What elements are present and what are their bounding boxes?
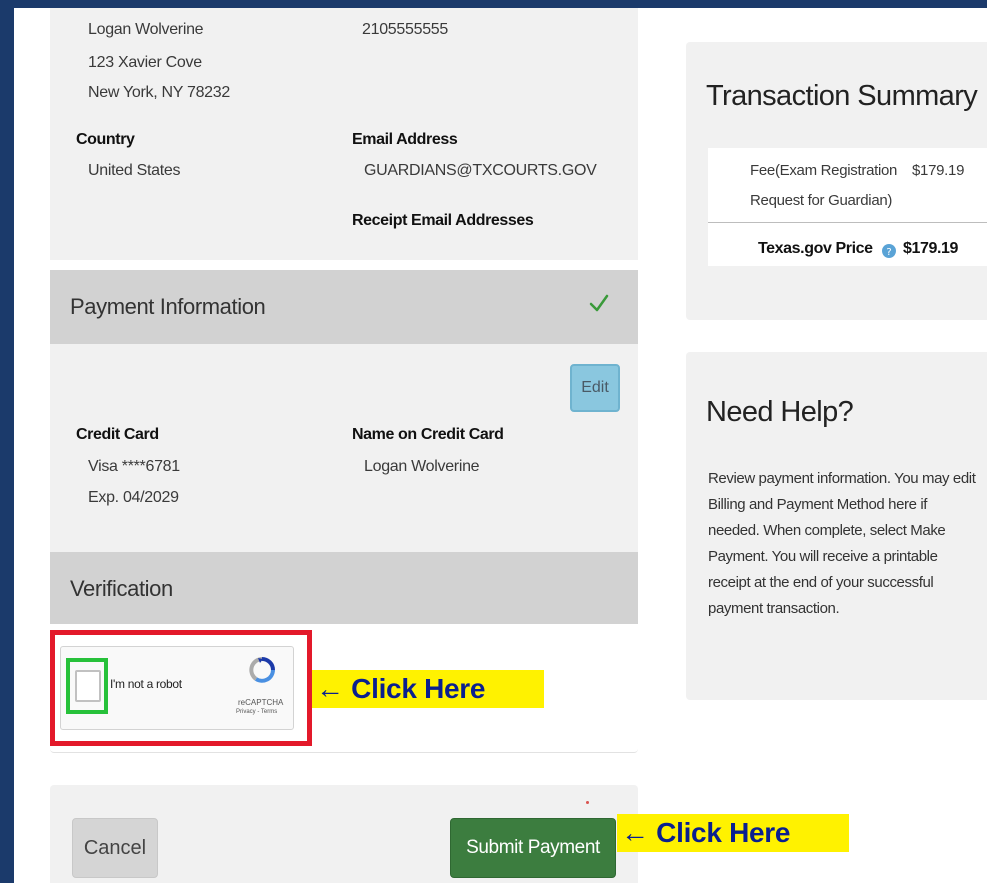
- check-icon: [589, 294, 609, 312]
- summary-divider: [708, 222, 987, 223]
- edit-payment-button[interactable]: Edit: [570, 364, 620, 412]
- name-on-card-value: Logan Wolverine: [364, 458, 480, 475]
- receipt-email-label: Receipt Email Addresses: [352, 212, 534, 229]
- fee-description-line2: Request for Guardian): [750, 192, 893, 209]
- verification-title: Verification: [70, 576, 173, 601]
- click-here-callout-submit: ← Click Here: [617, 814, 849, 852]
- cancel-button[interactable]: Cancel: [72, 818, 158, 878]
- billing-address-line1: 123 Xavier Cove: [88, 54, 202, 71]
- payment-information-body: [50, 344, 638, 552]
- transaction-summary-title: Transaction Summary: [706, 80, 978, 112]
- need-help-text: Review payment information. You may edit…: [708, 470, 976, 617]
- country-label: Country: [76, 131, 135, 148]
- fee-amount: $179.19: [912, 162, 965, 179]
- email-value: GUARDIANS@TXCOURTS.GOV: [364, 162, 597, 179]
- billing-address-line2: New York, NY 78232: [88, 84, 230, 101]
- email-label: Email Address: [352, 131, 458, 148]
- window-frame-top: [0, 0, 987, 8]
- credit-card-expiration: Exp. 04/2029: [88, 489, 179, 506]
- billing-information-panel: [50, 8, 638, 260]
- window-frame-left: [0, 0, 14, 883]
- info-icon[interactable]: ?: [882, 244, 896, 258]
- svg-text:?: ?: [886, 247, 891, 258]
- need-help-title: Need Help?: [706, 396, 854, 428]
- credit-card-value: Visa ****6781: [88, 458, 180, 475]
- billing-phone: 2105555555: [362, 21, 448, 38]
- credit-card-label: Credit Card: [76, 426, 159, 443]
- texas-gov-price-amount: $179.19: [903, 240, 959, 257]
- texas-gov-price-label: Texas.gov Price: [758, 240, 873, 257]
- fee-description-line1: Fee(Exam Registration: [750, 162, 898, 179]
- submit-payment-button[interactable]: Submit Payment: [450, 818, 616, 878]
- required-indicator: [586, 801, 589, 804]
- name-on-card-label: Name on Credit Card: [352, 426, 504, 443]
- payment-information-title: Payment Information: [70, 294, 266, 319]
- click-here-callout-recaptcha: ← Click Here: [312, 670, 544, 708]
- checkbox-highlight-box: [66, 658, 108, 714]
- country-value: United States: [88, 162, 181, 179]
- billing-name: Logan Wolverine: [88, 21, 204, 38]
